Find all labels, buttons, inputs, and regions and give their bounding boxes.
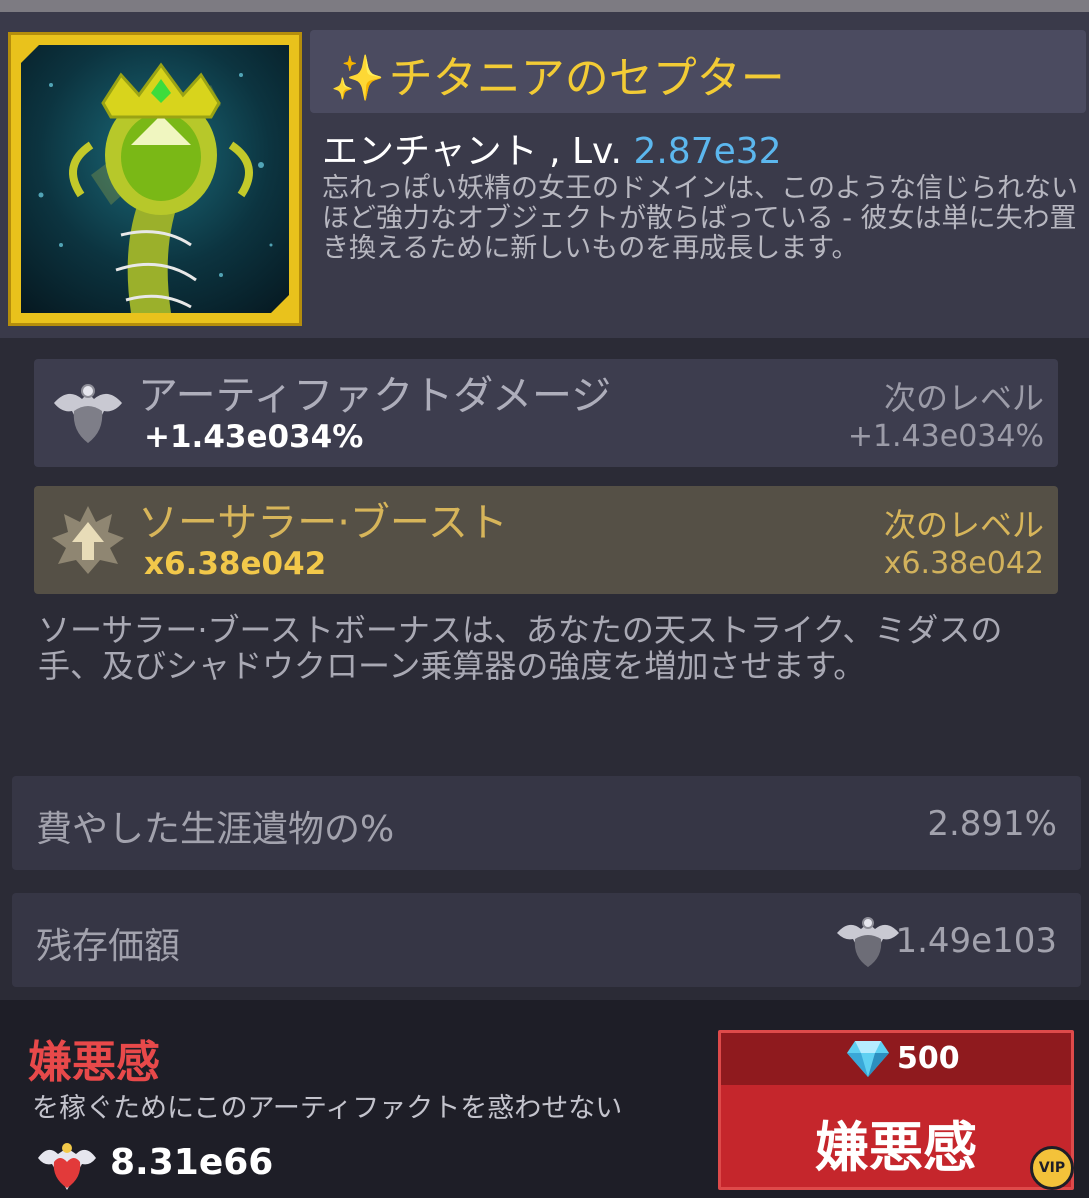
- artifact-level: エンチャント , Lv. 2.87e32: [322, 122, 782, 174]
- artifact-description: 忘れっぽい妖精の女王のドメインは、このような信じられないほど強力なオブジェクトが…: [322, 173, 1078, 264]
- boost-stat-panel: ソーサラー·ブースト x6.38e042 次のレベル x6.38e042: [34, 486, 1058, 594]
- dislike-heart-icon: [38, 1143, 96, 1190]
- artifact-portrait: [8, 32, 302, 326]
- remaining-value-label: 残存価額: [36, 926, 181, 967]
- portrait-corner-br: [271, 295, 289, 313]
- dislike-reward-amount: 8.31e66: [110, 1142, 274, 1183]
- button-label: 嫌悪感: [815, 1116, 977, 1179]
- boost-next-label: 次のレベル: [883, 506, 1044, 544]
- damage-next-value: +1.43e034%: [847, 419, 1044, 454]
- title-bar: ✨チタニアのセプター: [310, 30, 1086, 113]
- spent-relics-label: 費やした生涯遺物の%: [36, 809, 395, 850]
- portrait-corner-tl: [21, 45, 39, 63]
- boost-next-value: x6.38e042: [883, 546, 1044, 581]
- artifact-title: ✨チタニアのセプター: [330, 42, 785, 106]
- remaining-value-amount: 1.49e103: [895, 921, 1057, 961]
- damage-stat-name: アーティファクトダメージ: [138, 373, 612, 419]
- button-cost: 500: [897, 1041, 960, 1076]
- relic-icon: [837, 917, 899, 967]
- level-value: 2.87e32: [633, 131, 782, 172]
- remaining-value-row: 残存価額 1.49e103: [12, 893, 1081, 987]
- level-prefix: エンチャント , Lv.: [322, 131, 634, 172]
- boost-description: ソーサラー·ブーストボーナスは、あなたの天ストライク、ミダスの手、及びシャドウク…: [38, 611, 1003, 685]
- artifact-damage-icon: [54, 384, 122, 443]
- scepter-icon: [38, 62, 273, 313]
- boost-stat-name: ソーサラー·ブースト: [138, 500, 508, 546]
- boost-stat-value: x6.38e042: [144, 546, 327, 582]
- spent-relics-value: 2.891%: [927, 804, 1057, 844]
- dislike-subtitle: を稼ぐためにこのアーティファクトを惑わせない: [32, 1093, 623, 1124]
- dislike-title: 嫌悪感: [28, 1037, 160, 1088]
- scepter-image: [21, 45, 289, 313]
- dislike-button[interactable]: 500 嫌悪感: [718, 1030, 1074, 1190]
- spent-relics-row: 費やした生涯遺物の% 2.891%: [12, 776, 1081, 870]
- sparkle-icon: ✨: [330, 53, 385, 104]
- diamond-icon: [847, 1041, 889, 1077]
- vip-badge: VIP: [1030, 1146, 1074, 1190]
- damage-stat-panel: アーティファクトダメージ +1.43e034% 次のレベル +1.43e034%: [34, 359, 1058, 467]
- damage-next-label: 次のレベル: [883, 379, 1044, 417]
- button-cost-bar: 500: [721, 1033, 1071, 1085]
- artifact-name: チタニアのセプター: [388, 53, 785, 104]
- sorcerer-boost-icon: [52, 506, 124, 574]
- top-strip: [0, 0, 1089, 12]
- damage-stat-value: +1.43e034%: [144, 419, 364, 455]
